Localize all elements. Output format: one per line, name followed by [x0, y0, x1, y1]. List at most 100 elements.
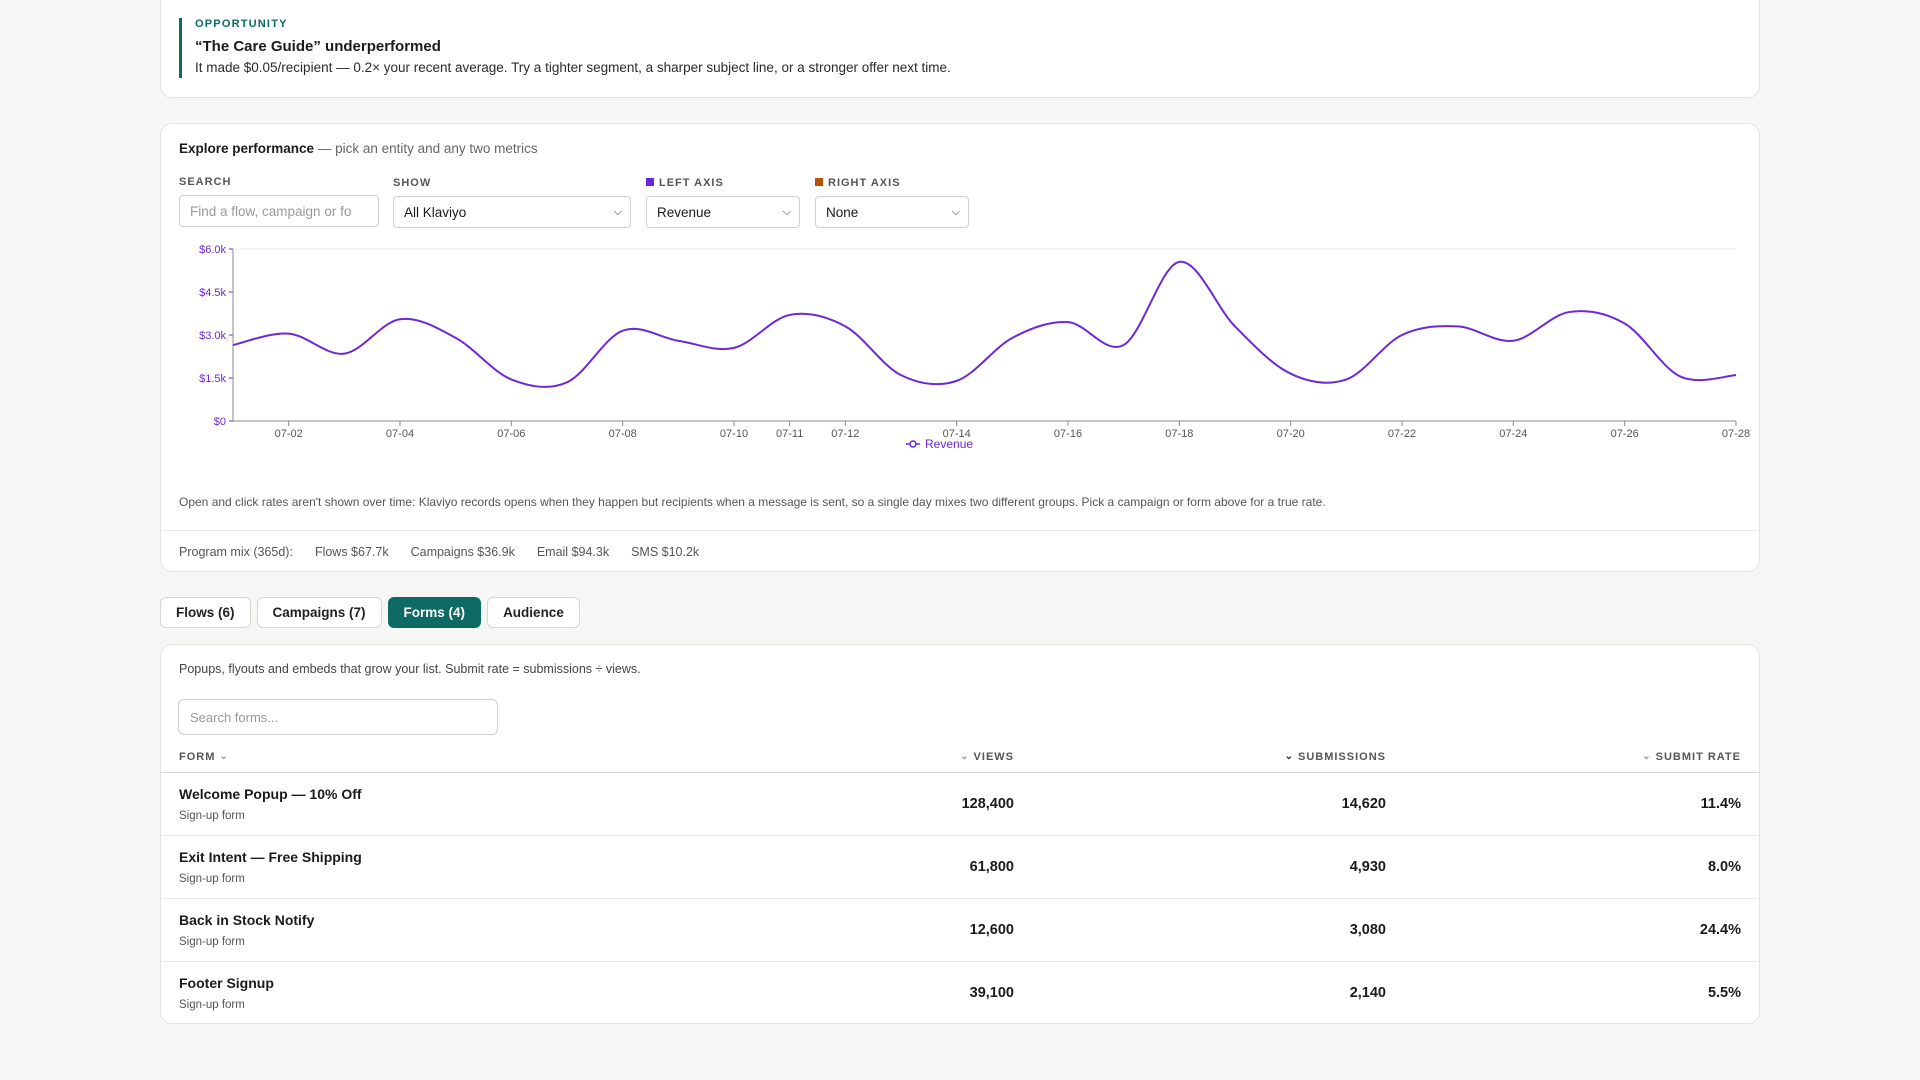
explore-heading: Explore performance — pick an entity and… [179, 141, 538, 156]
form-submissions: 14,620 [1341, 796, 1386, 812]
chevron-down-icon: ⌄ [960, 751, 970, 762]
form-type: Sign-up form [179, 999, 245, 1011]
program-mix-flows: Flows $67.7k [314, 544, 389, 559]
x-tick-label: 07-06 [497, 428, 525, 440]
show-select[interactable]: All Klaviyo ⌵ [393, 196, 631, 228]
x-tick-label: 07-22 [1388, 428, 1416, 440]
y-tick-label: $0 [214, 416, 226, 428]
form-submissions: 2,140 [1349, 985, 1386, 1001]
x-tick-label: 07-10 [720, 428, 748, 440]
right-axis-label-text: RIGHT AXIS [828, 177, 901, 189]
form-submissions: 3,080 [1349, 922, 1386, 938]
table-row[interactable]: Footer Signup Sign-up form 39,100 2,140 … [161, 962, 1759, 1025]
form-name: Footer Signup [179, 975, 274, 991]
program-mix-email: Email $94.3k [536, 544, 610, 559]
y-tick-label: $4.5k [199, 287, 226, 299]
opportunity-accent-bar [179, 18, 182, 78]
column-header-views[interactable]: ⌄ VIEWS [956, 741, 1014, 772]
form-name: Welcome Popup — 10% Off [179, 786, 362, 802]
x-tick-label: 07-12 [831, 428, 859, 440]
program-mix-sms: SMS $10.2k [631, 544, 700, 559]
x-tick-label: 07-18 [1165, 428, 1193, 440]
chevron-down-icon: ⌄ [1642, 751, 1652, 762]
y-tick-label: $6.0k [199, 244, 226, 256]
section-tabs: Flows (6) Campaigns (7) Forms (4) Audien… [160, 597, 580, 628]
opportunity-title: “The Care Guide” underperformed [195, 38, 441, 55]
form-name: Exit Intent — Free Shipping [179, 849, 362, 865]
x-tick-label: 07-26 [1611, 428, 1639, 440]
form-submit-rate: 5.5% [1707, 985, 1741, 1001]
y-tick-label: $3.0k [199, 330, 226, 342]
column-header-submit-rate-label: SUBMIT RATE [1655, 750, 1741, 763]
show-select-value: All Klaviyo [404, 204, 467, 220]
form-submit-rate: 11.4% [1700, 796, 1741, 812]
column-header-submissions[interactable]: ⌄ SUBMISSIONS [1281, 741, 1386, 772]
x-tick-label: 07-11 [776, 428, 803, 440]
column-header-form-label: FORM [179, 750, 216, 763]
table-row[interactable]: Welcome Popup — 10% Off Sign-up form 128… [161, 773, 1759, 836]
legend-swatch-marker [909, 440, 917, 448]
opportunity-kicker: OPPORTUNITY [195, 18, 288, 30]
form-views: 39,100 [969, 985, 1014, 1001]
search-label: SEARCH [179, 176, 232, 188]
table-row[interactable]: Exit Intent — Free Shipping Sign-up form… [161, 836, 1759, 899]
left-axis-label: LEFT AXIS [646, 177, 724, 189]
sort-desc-icon: ⌄ [1284, 751, 1294, 762]
form-submit-rate: 8.0% [1707, 859, 1741, 875]
legend-label-revenue: Revenue [925, 437, 973, 451]
right-axis-swatch [815, 178, 823, 186]
explore-title: Explore performance [179, 141, 315, 156]
left-axis-select-value: Revenue [657, 204, 712, 220]
program-mix-label: Program mix (365d): [179, 544, 293, 559]
revenue-line-chart: $0 $1.5k $3.0k $4.5k $6.0k 07-02 07-04 07-06 07-… [199, 244, 1750, 451]
forms-table-header: FORM ⌄ ⌄ VIEWS ⌄ SUBMISSIONS ⌄ SUBMIT RATE [161, 741, 1759, 773]
x-tick-label: 07-02 [275, 428, 303, 440]
forms-card: Popups, flyouts and embeds that grow you… [160, 644, 1760, 1024]
show-label: SHOW [393, 177, 432, 189]
form-views: 61,800 [969, 859, 1014, 875]
right-axis-select-value: None [826, 204, 859, 220]
left-axis-swatch [646, 178, 654, 186]
chevron-down-icon: ⌵ [613, 206, 622, 218]
tab-flows[interactable]: Flows (6) [160, 597, 251, 628]
x-tick-label: 07-04 [386, 428, 414, 440]
chevron-down-icon: ⌄ [219, 751, 229, 762]
table-row[interactable]: Back in Stock Notify Sign-up form 12,600… [161, 899, 1759, 962]
revenue-series-line [232, 260, 1737, 388]
form-submissions: 4,930 [1349, 859, 1386, 875]
right-axis-label: RIGHT AXIS [815, 177, 901, 189]
x-tick-label: 07-08 [609, 428, 637, 440]
program-mix-campaigns: Campaigns $36.9k [410, 544, 515, 559]
left-axis-select[interactable]: Revenue ⌵ [646, 196, 800, 228]
x-tick-label: 07-28 [1722, 428, 1750, 440]
chevron-down-icon: ⌵ [782, 206, 791, 218]
column-header-submissions-label: SUBMISSIONS [1297, 750, 1386, 763]
y-tick-label: $1.5k [199, 373, 226, 385]
right-axis-select[interactable]: None ⌵ [815, 196, 969, 228]
column-header-submit-rate[interactable]: ⌄ SUBMIT RATE [1638, 741, 1741, 772]
entity-search-input[interactable]: Find a flow, campaign or fo [179, 195, 379, 227]
forms-description: Popups, flyouts and embeds that grow you… [179, 662, 641, 676]
tab-audience[interactable]: Audience [487, 597, 580, 628]
form-type: Sign-up form [179, 873, 245, 885]
program-mix-bar: Program mix (365d): Flows $67.7k Campaig… [161, 530, 1759, 572]
form-name: Back in Stock Notify [179, 912, 315, 928]
tab-forms[interactable]: Forms (4) [387, 597, 482, 628]
form-views: 128,400 [961, 796, 1014, 812]
column-header-views-label: VIEWS [973, 750, 1014, 763]
form-type: Sign-up form [179, 810, 245, 822]
opportunity-body: It made $0.05/recipient — 0.2× your rece… [195, 60, 951, 75]
forms-search-input[interactable]: Search forms... [178, 699, 498, 735]
left-axis-label-text: LEFT AXIS [659, 177, 724, 189]
chevron-down-icon: ⌵ [951, 206, 960, 218]
explore-performance-card: Explore performance — pick an entity and… [160, 123, 1760, 572]
x-tick-label: 07-16 [1054, 428, 1082, 440]
x-tick-label: 07-24 [1499, 428, 1527, 440]
chart-note: Open and click rates aren't shown over t… [179, 495, 1326, 509]
tab-campaigns[interactable]: Campaigns (7) [256, 597, 382, 628]
explore-subtitle: — pick an entity and any two metrics [317, 141, 538, 156]
x-tick-label: 07-20 [1277, 428, 1305, 440]
form-submit-rate: 24.4% [1699, 922, 1741, 938]
opportunity-card: OPPORTUNITY “The Care Guide” underperfor… [160, 0, 1760, 98]
column-header-form[interactable]: FORM ⌄ [179, 741, 233, 772]
